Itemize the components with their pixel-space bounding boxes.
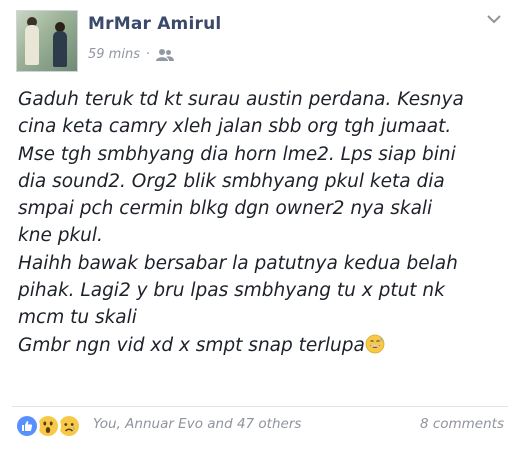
comments-count[interactable]: 8 comments: [420, 416, 504, 432]
post-body-line: dia sound2. Org2 blik smbhyang pkul keta…: [18, 170, 445, 192]
author-avatar[interactable]: [16, 10, 78, 72]
post-body-line: kne pkul.: [18, 225, 103, 247]
post-body-line: Gmbr ngn vid xd x smpt snap terlupa: [18, 334, 365, 356]
author-name[interactable]: MrMar Amirul: [88, 14, 221, 34]
post-body-last-line: Gmbr ngn vid xd x smpt snap terlupa: [18, 332, 514, 359]
post-body-line: Mse tgh smbhyang dia horn lme2. Lps siap…: [18, 143, 456, 165]
post-body-line: pihak. Lagi2 y bru lpas smbhyang tu x pt…: [18, 280, 445, 302]
post-body-line: Haihh bawak bersabar la patutnya kedua b…: [18, 252, 458, 274]
reaction-names[interactable]: You, Annuar Evo and 47 others: [93, 416, 301, 432]
reaction-icons[interactable]: [14, 413, 82, 439]
meta-separator: ·: [145, 47, 151, 62]
post-card: MrMar Amirul 59 mins · Gaduh teruk td kt…: [0, 0, 520, 454]
post-body-line: mcm tu skali: [18, 307, 137, 329]
friends-icon[interactable]: [156, 48, 175, 62]
post-time[interactable]: 59 mins: [88, 47, 140, 62]
chevron-down-icon[interactable]: [486, 10, 502, 24]
post-meta: 59 mins ·: [88, 47, 175, 62]
post-body-line: smpai pch cermin blkg dgn owner2 nya ska…: [18, 198, 433, 220]
post-body: Gaduh teruk td kt surau austin perdana. …: [18, 86, 514, 359]
divider: [12, 406, 508, 407]
like-icon[interactable]: [14, 413, 40, 439]
grinning-sweat-emoji: [365, 334, 385, 354]
post-body-line: Gaduh teruk td kt surau austin perdana. …: [18, 89, 464, 110]
post-body-line: cina keta camry xleh jalan sbb org tgh j…: [18, 116, 452, 138]
